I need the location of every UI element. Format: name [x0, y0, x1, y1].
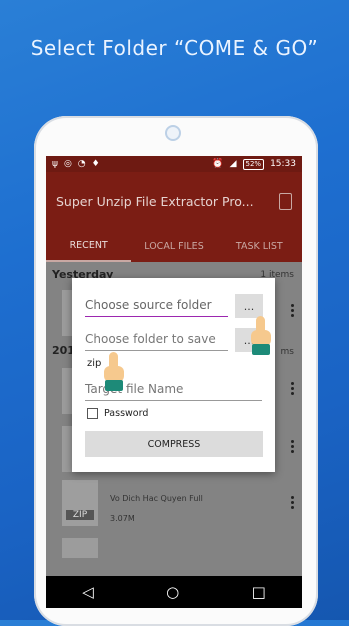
sync-icon: ◎: [63, 159, 72, 169]
save-folder-field[interactable]: Choose folder to save: [85, 332, 228, 351]
home-icon[interactable]: ○: [166, 583, 179, 601]
zip-extension-label: zip: [87, 358, 102, 369]
alarm-icon: ⏰: [212, 159, 224, 169]
password-label: Password: [104, 408, 149, 419]
tab-bar: RECENT LOCAL FILES TASK LIST: [46, 230, 302, 262]
usb-icon: ψ: [52, 159, 58, 169]
password-checkbox[interactable]: [87, 408, 98, 419]
section-count: ms: [280, 347, 294, 357]
pointing-hand-icon: [102, 352, 126, 392]
camera-icon: [165, 125, 181, 141]
tab-recent[interactable]: RECENT: [46, 230, 132, 262]
compress-button[interactable]: COMPRESS: [85, 431, 263, 457]
tab-local-files[interactable]: LOCAL FILES: [131, 230, 216, 262]
file-name[interactable]: Vo Dich Hac Quyen Full: [110, 494, 203, 503]
pointing-hand-icon: [249, 316, 273, 356]
zip-thumbnail: ZIP: [62, 480, 98, 526]
zip-label: ZIP: [66, 510, 94, 520]
source-folder-field[interactable]: Choose source folder: [85, 298, 228, 317]
more-options-icon[interactable]: [291, 440, 294, 453]
document-icon[interactable]: [279, 192, 292, 210]
app-title: Super Unzip File Extractor Pro...: [56, 193, 254, 209]
file-thumbnail: [62, 538, 98, 558]
browse-source-button[interactable]: ...: [235, 294, 263, 318]
nav-bar: ◁ ○ □: [46, 576, 302, 608]
app-toolbar: Super Unzip File Extractor Pro...: [46, 172, 302, 230]
tab-task-list[interactable]: TASK LIST: [217, 230, 302, 262]
password-option[interactable]: Password: [87, 408, 148, 419]
recent-apps-icon[interactable]: □: [252, 583, 266, 601]
clock: 15:33: [270, 159, 296, 169]
more-options-icon[interactable]: [291, 304, 294, 317]
headline: Select Folder “COME & GO”: [30, 36, 319, 60]
more-options-icon[interactable]: [291, 496, 294, 509]
signal-icon: ◢: [229, 159, 237, 169]
status-bar: ψ ◎ ◔ ♦ ⏰ ◢ 52% 15:33: [46, 156, 302, 172]
back-icon[interactable]: ◁: [82, 583, 94, 601]
more-options-icon[interactable]: [291, 382, 294, 395]
android-icon: ♦: [91, 159, 100, 169]
file-size: 3.07M: [110, 514, 135, 523]
battery-indicator: 52%: [242, 158, 265, 170]
wifi-icon: ◔: [77, 159, 86, 169]
